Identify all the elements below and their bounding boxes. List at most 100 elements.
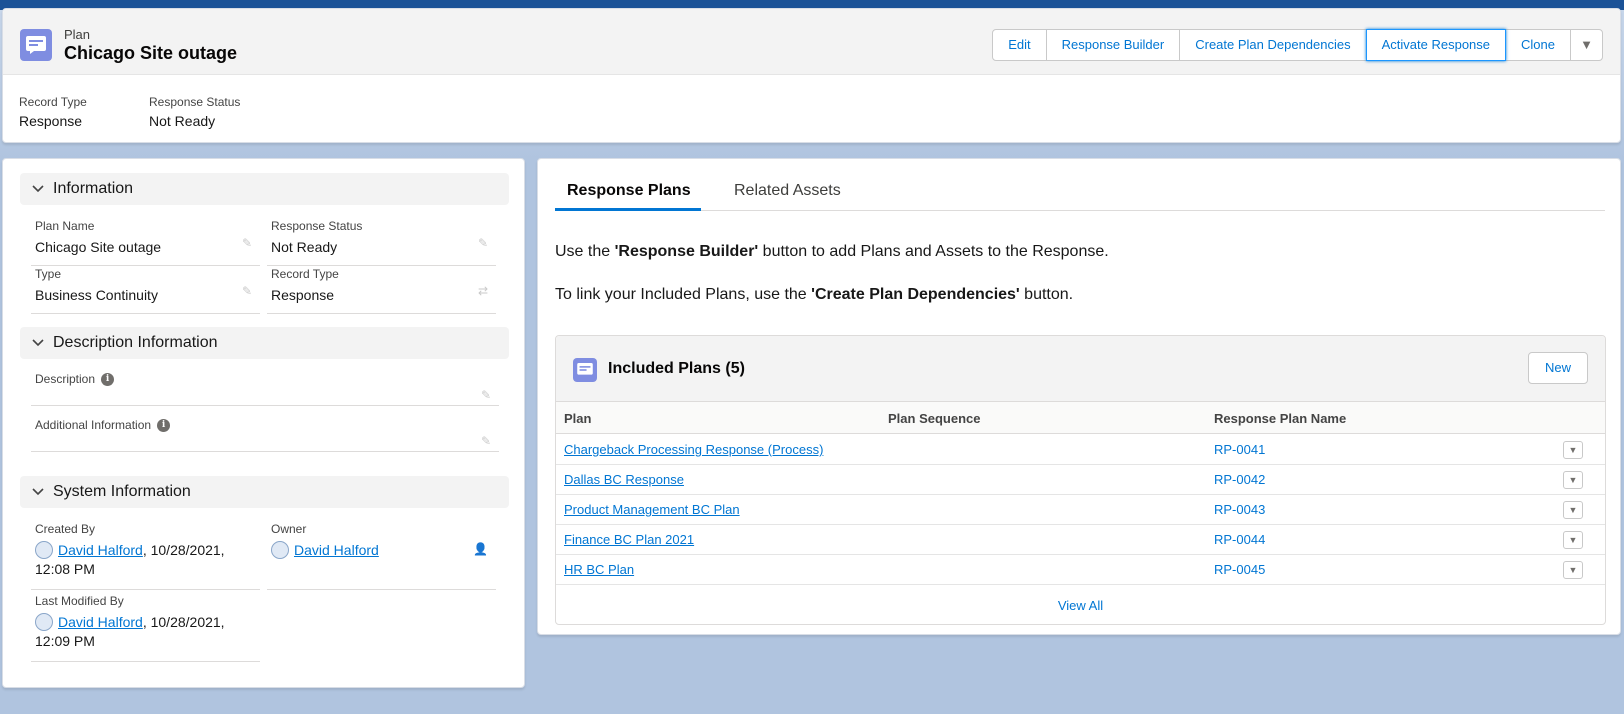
edit-pencil-icon[interactable]: ✎ xyxy=(242,284,252,298)
type-field: Type Business Continuity ✎ xyxy=(31,267,260,314)
section-information-header[interactable]: Information xyxy=(20,173,509,205)
owner-user-link[interactable]: David Halford xyxy=(294,542,379,558)
field-divider xyxy=(31,589,260,590)
tab-bar: Response Plans Related Assets xyxy=(555,177,1605,211)
edit-pencil-icon[interactable]: ✎ xyxy=(242,236,252,250)
field-divider xyxy=(31,405,499,406)
plan-link[interactable]: Product Management BC Plan xyxy=(564,502,740,517)
highlight-label: Record Type xyxy=(19,95,87,109)
record-type-field: Record Type Response ⇄ xyxy=(267,267,496,314)
field-value: Chicago Site outage xyxy=(35,239,162,255)
response-plan-name-link[interactable]: RP-0041 xyxy=(1214,442,1265,457)
info-icon[interactable]: i xyxy=(101,372,115,386)
plan-object-icon xyxy=(573,358,597,382)
field-label: Last Modified By xyxy=(35,594,124,608)
change-record-type-icon[interactable]: ⇄ xyxy=(478,284,488,298)
response-plan-name-link[interactable]: RP-0043 xyxy=(1214,502,1265,517)
table-row: Dallas BC Response RP-0042 ▼ xyxy=(556,465,1605,495)
plan-link[interactable]: HR BC Plan xyxy=(564,562,634,577)
field-divider xyxy=(31,661,260,662)
table-row: Chargeback Processing Response (Process)… xyxy=(556,435,1605,465)
description-field: Description i ✎ xyxy=(31,372,499,406)
section-title: Description Information xyxy=(53,334,218,351)
more-actions-button[interactable]: ▼ xyxy=(1570,29,1603,61)
info-icon[interactable]: i xyxy=(157,418,171,432)
table-row: HR BC Plan RP-0045 ▼ xyxy=(556,555,1605,585)
edit-pencil-icon[interactable]: ✎ xyxy=(481,388,491,402)
response-plan-name-link[interactable]: RP-0045 xyxy=(1214,562,1265,577)
avatar xyxy=(271,541,289,560)
field-label: Response Status xyxy=(271,219,363,233)
plan-link[interactable]: Dallas BC Response xyxy=(564,472,684,487)
row-actions-button[interactable]: ▼ xyxy=(1563,501,1583,519)
row-actions-button[interactable]: ▼ xyxy=(1563,441,1583,459)
field-label: Description xyxy=(35,372,96,386)
column-header-plan-sequence: Plan Sequence xyxy=(888,411,981,426)
avatar xyxy=(35,541,53,560)
modified-by-user-link[interactable]: David Halford xyxy=(58,614,143,630)
field-divider xyxy=(31,451,499,452)
field-label: Record Type xyxy=(271,267,339,281)
section-system-header[interactable]: System Information xyxy=(20,476,509,508)
plan-link[interactable]: Finance BC Plan 2021 xyxy=(564,532,694,547)
section-title: System Information xyxy=(53,483,191,500)
field-label: Type xyxy=(35,267,62,281)
active-tab-indicator xyxy=(555,208,701,211)
response-builder-button[interactable]: Response Builder xyxy=(1045,29,1181,61)
table-header: Plan Plan Sequence Response Plan Name xyxy=(556,402,1605,434)
row-actions-button[interactable]: ▼ xyxy=(1563,561,1583,579)
instruction-message-1: Use the 'Response Builder' button to add… xyxy=(555,243,1109,261)
edit-pencil-icon[interactable]: ✎ xyxy=(478,236,488,250)
chevron-down-icon: ▼ xyxy=(1580,37,1593,52)
field-divider xyxy=(267,313,496,314)
plan-link[interactable]: Chargeback Processing Response (Process) xyxy=(564,442,823,457)
field-label: Additional Information xyxy=(35,418,152,432)
tab-response-plans[interactable]: Response Plans xyxy=(567,182,691,200)
field-value: David Halford, 10/28/2021, 12:09 PM xyxy=(35,613,256,651)
message-bold: 'Create Plan Dependencies' xyxy=(811,286,1020,303)
field-label: Owner xyxy=(271,522,307,536)
view-all-link[interactable]: View All xyxy=(556,598,1605,613)
response-plan-name-link[interactable]: RP-0044 xyxy=(1214,532,1265,547)
object-label: Plan xyxy=(64,27,91,42)
field-divider xyxy=(267,265,496,266)
chevron-down-icon xyxy=(32,185,44,193)
created-by-user-link[interactable]: David Halford xyxy=(58,542,143,558)
section-description-header[interactable]: Description Information xyxy=(20,327,509,359)
message-text: button to add Plans and Assets to the Re… xyxy=(758,243,1109,260)
modified-time: 12:09 PM xyxy=(35,633,95,650)
row-actions-button[interactable]: ▼ xyxy=(1563,471,1583,489)
change-owner-icon[interactable]: 👤 xyxy=(473,542,488,556)
table-row: Product Management BC Plan RP-0043 ▼ xyxy=(556,495,1605,525)
create-plan-dependencies-button[interactable]: Create Plan Dependencies xyxy=(1179,29,1367,61)
edit-button[interactable]: Edit xyxy=(992,29,1047,61)
field-label-row: Additional Information i xyxy=(35,418,495,432)
message-text: button. xyxy=(1019,286,1074,303)
field-value: David Halford xyxy=(271,541,492,560)
highlight-value: Not Ready xyxy=(149,113,216,129)
activate-response-button[interactable]: Activate Response xyxy=(1365,29,1507,61)
list-title[interactable]: Included Plans (5) xyxy=(608,360,745,378)
field-label: Plan Name xyxy=(35,219,95,233)
response-plan-name-link[interactable]: RP-0042 xyxy=(1214,472,1265,487)
new-button[interactable]: New xyxy=(1527,352,1588,384)
field-value: Not Ready xyxy=(271,239,338,255)
modified-date: , 10/28/2021, xyxy=(142,614,225,630)
highlight-label: Response Status xyxy=(149,95,241,109)
column-header-response-plan-name: Response Plan Name xyxy=(1214,411,1347,426)
field-label: Created By xyxy=(35,522,96,536)
field-divider xyxy=(31,265,260,266)
related-panel: Response Plans Related Assets Use the 'R… xyxy=(537,158,1621,635)
plan-name-field: Plan Name Chicago Site outage ✎ xyxy=(31,219,260,266)
edit-pencil-icon[interactable]: ✎ xyxy=(481,434,491,448)
tab-related-assets[interactable]: Related Assets xyxy=(734,182,841,200)
last-modified-by-field: Last Modified By David Halford, 10/28/20… xyxy=(31,594,260,662)
message-text: Use the xyxy=(555,243,615,260)
header-top: Plan Chicago Site outage Edit Response B… xyxy=(3,9,1620,75)
field-value: Business Continuity xyxy=(35,287,158,303)
field-label-row: Description i xyxy=(35,372,495,386)
owner-field: Owner David Halford 👤 xyxy=(267,522,496,590)
row-actions-button[interactable]: ▼ xyxy=(1563,531,1583,549)
message-text: To link your Included Plans, use the xyxy=(555,286,812,303)
clone-button[interactable]: Clone xyxy=(1505,29,1571,61)
